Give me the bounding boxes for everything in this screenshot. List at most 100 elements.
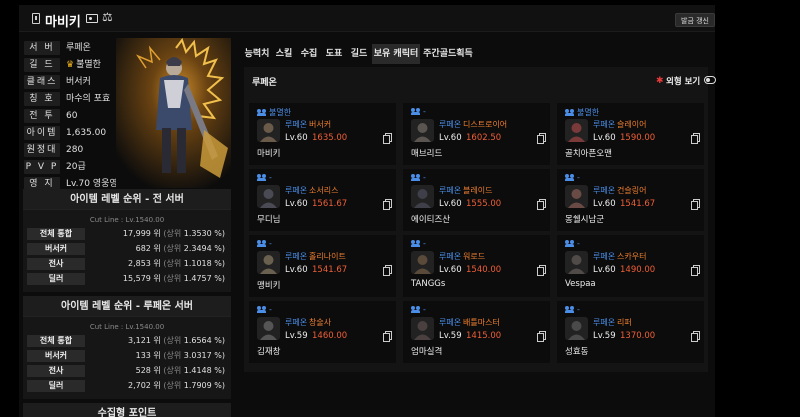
character-name: TANGGs [411, 279, 446, 289]
id-card-icon[interactable] [86, 14, 98, 23]
avatar-head [263, 123, 274, 133]
server-name: 루페온 [439, 186, 462, 195]
character-name: 맹비키 [257, 281, 281, 291]
tab-owned-characters[interactable]: 보유 캐릭터 [372, 44, 420, 64]
character-name: 마비키 [257, 149, 281, 159]
guild-label: - [257, 173, 272, 182]
rank-value: 15,579 위 (상위 1.4757 %) [123, 273, 225, 285]
copy-icon[interactable] [383, 133, 392, 144]
tab-stats[interactable]: 능력치 [243, 44, 271, 64]
character-name: 매브리드 [411, 149, 443, 159]
rank-percent: 1.7909 %) [183, 381, 225, 390]
guild-members-icon [411, 174, 421, 181]
crown-icon: ♛ [66, 60, 75, 70]
info-value: 60 [66, 111, 78, 121]
character-card[interactable]: - 루페온 홀리나이트 Lv.60 1541.67 맹비키 [249, 235, 396, 297]
character-card[interactable]: - 루페온 스카우터 Lv.60 1490.00 Vespaa [557, 235, 704, 297]
copy-icon[interactable] [537, 331, 546, 342]
character-portrait [116, 38, 231, 188]
copy-icon[interactable] [691, 199, 700, 210]
rank-value: 2,702 위 (상위 1.7909 %) [128, 380, 225, 392]
tab-bar: 능력치 스킬 수집 도표 길드 보유 캐릭터 주간골드획득 [242, 44, 715, 64]
guild-label: - [257, 305, 272, 314]
rank-title: 아이템 레벨 순위 - 전 서버 [23, 189, 231, 210]
copy-icon[interactable] [537, 199, 546, 210]
class-name: 창술사 [309, 318, 332, 327]
character-card[interactable]: - 루페온 건슬링어 Lv.60 1541.67 몽쉘시남군 [557, 169, 704, 231]
guild-label: - [411, 239, 426, 248]
avatar-head [263, 189, 274, 199]
tab-collection[interactable]: 수집 [297, 44, 321, 64]
server-name: 루페온 [285, 120, 308, 129]
info-label: 서 버 [24, 41, 60, 55]
character-card[interactable]: - 루페온 디스트로이어 Lv.60 1602.50 매브리드 [403, 103, 550, 165]
rank-position: 133 위 [135, 351, 161, 360]
tab-skills[interactable]: 스킬 [272, 44, 296, 64]
character-avatar [257, 185, 280, 208]
tab-weekly-gold[interactable]: 주간골드획득 [422, 44, 474, 64]
character-name: 엄마실격 [411, 347, 443, 357]
info-value: 루페온 [66, 43, 91, 53]
character-avatar [411, 185, 434, 208]
character-card[interactable]: - 루페온 리퍼 Lv.59 1370.00 성효동 [557, 301, 704, 363]
refresh-button[interactable]: 발금 갱신 [675, 13, 715, 27]
character-card[interactable]: 불멸한 루페온 슬레이어 Lv.60 1590.00 골치아픈오맨 [557, 103, 704, 165]
rank-sub: (상위 [163, 336, 182, 345]
rank-box-collection: 수집형 포인트 [23, 403, 231, 417]
class-name: 워로드 [463, 252, 486, 261]
guild-members-icon [411, 306, 421, 313]
info-label: 전 투 [24, 109, 60, 123]
character-avatar [411, 317, 434, 340]
server-name: 루페온 [593, 252, 616, 261]
copy-icon[interactable] [691, 331, 700, 342]
scale-icon[interactable]: ⚖ [102, 10, 113, 24]
rank-label: 전사 [27, 258, 85, 270]
info-value[interactable]: 불멸한 [76, 60, 101, 70]
character-level: Lv.60 [593, 199, 616, 209]
info-label: 아이템 [24, 126, 60, 140]
server-name: 루페온 [593, 318, 616, 327]
bookmark-icon[interactable] [32, 13, 40, 24]
character-card[interactable]: - 루페온 워로드 Lv.60 1540.00 TANGGs [403, 235, 550, 297]
character-level: Lv.60 [593, 133, 616, 143]
copy-icon[interactable] [383, 331, 392, 342]
copy-icon[interactable] [691, 133, 700, 144]
rank-sub: (상위 [163, 259, 182, 268]
class-name: 홀리나이트 [309, 252, 346, 261]
rank-label: 딜러 [27, 380, 85, 392]
rank-label: 전체 통합 [27, 335, 85, 347]
character-card[interactable]: - 루페온 배틀마스터 Lv.59 1415.00 엄마실격 [403, 301, 550, 363]
guild-members-icon [257, 306, 267, 313]
guild-members-icon [565, 306, 575, 313]
character-card[interactable]: 불멸한 루페온 버서커 Lv.60 1635.00 마비키 [249, 103, 396, 165]
rank-label: 버서커 [27, 350, 85, 362]
character-level: Lv.60 [439, 133, 462, 143]
character-level: Lv.60 [285, 265, 308, 275]
character-card[interactable]: - 루페온 소서리스 Lv.60 1561.67 무디님 [249, 169, 396, 231]
character-card[interactable]: - 루페온 창술사 Lv.59 1460.00 김재창 [249, 301, 396, 363]
character-avatar [565, 119, 588, 142]
info-value: 280 [66, 145, 84, 155]
copy-icon[interactable] [691, 265, 700, 276]
avatar-head [417, 189, 428, 199]
item-level: 1460.00 [312, 331, 348, 341]
copy-icon[interactable] [383, 199, 392, 210]
avatar-head [263, 255, 274, 265]
guild-name: - [577, 173, 580, 182]
copy-icon[interactable] [383, 265, 392, 276]
rank-row: 전체 통합 17,999 위 (상위 1.3530 %) [23, 228, 231, 241]
avatar-head [571, 189, 582, 199]
tab-chart[interactable]: 도표 [322, 44, 346, 64]
copy-icon[interactable] [537, 133, 546, 144]
costume-toggle[interactable] [704, 76, 716, 84]
rank-sub: (상위 [163, 381, 182, 390]
character-card[interactable]: - 루페온 블레이드 Lv.60 1555.00 에이티즈산 [403, 169, 550, 231]
copy-icon[interactable] [537, 265, 546, 276]
tab-guild[interactable]: 길드 [347, 44, 371, 64]
guild-name: - [423, 239, 426, 248]
item-level: 1415.00 [466, 331, 502, 341]
server-name: 루페온 [285, 186, 308, 195]
info-label: 클래스 [24, 75, 60, 89]
server-name: 루페온 [593, 120, 616, 129]
item-level: 1555.00 [466, 199, 502, 209]
